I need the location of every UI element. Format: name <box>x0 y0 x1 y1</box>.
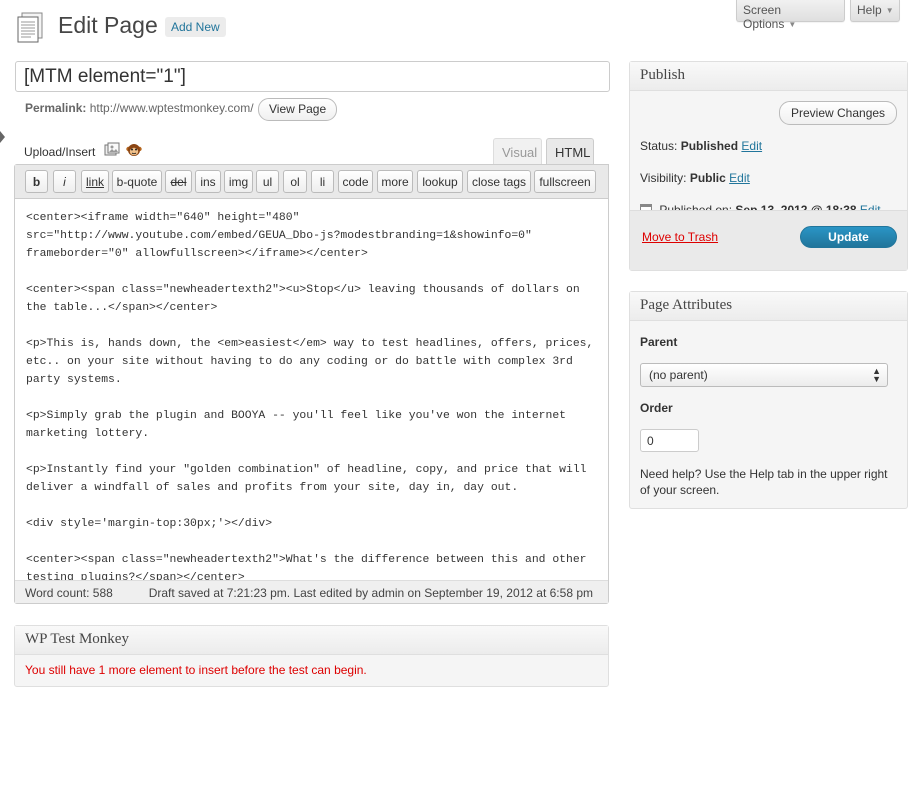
page-attributes-title[interactable]: Page Attributes <box>630 292 907 321</box>
qt-italic-button[interactable]: i <box>53 170 76 193</box>
status-label: Status: <box>640 139 678 153</box>
qt-ul-button[interactable]: ul <box>256 170 279 193</box>
qt-link-button[interactable]: link <box>81 170 109 193</box>
word-count: Word count: 588 <box>25 586 113 600</box>
qt-li-button[interactable]: li <box>311 170 334 193</box>
tab-visual[interactable]: Visual <box>493 138 542 165</box>
add-new-button[interactable]: Add New <box>165 17 226 37</box>
wp-test-monkey-box: WP Test Monkey You still have 1 more ele… <box>14 625 609 687</box>
view-page-button[interactable]: View Page <box>258 98 338 121</box>
order-label: Order <box>640 401 673 415</box>
help-tab[interactable]: Help ▼ <box>850 0 900 22</box>
parent-select-value: (no parent) <box>649 368 708 382</box>
parent-select[interactable]: (no parent) ▲ ▼ <box>640 363 888 387</box>
qt-del-button[interactable]: del <box>165 170 192 193</box>
qt-ins-button[interactable]: ins <box>195 170 221 193</box>
editor-status-bar: Word count: 588 Draft saved at 7:21:23 p… <box>15 580 608 603</box>
page-attributes-box: Page Attributes Parent (no parent) ▲ ▼ Or… <box>629 291 908 509</box>
editor: b i link b-quote del ins img ul ol li co… <box>14 164 609 604</box>
qt-img-button[interactable]: img <box>224 170 253 193</box>
permalink-label: Permalink: <box>25 101 87 115</box>
monkey-icon[interactable] <box>126 142 142 158</box>
visibility-label: Visibility: <box>640 171 687 185</box>
add-media-icon[interactable] <box>104 142 120 158</box>
wptm-box-title[interactable]: WP Test Monkey <box>15 626 608 655</box>
collapse-arrow-icon[interactable] <box>0 131 5 143</box>
post-title-input[interactable] <box>15 61 610 92</box>
visibility-row: Visibility: Public Edit <box>640 171 750 185</box>
qt-lookup-button[interactable]: lookup <box>417 170 463 193</box>
qt-code-button[interactable]: code <box>338 170 373 193</box>
draft-saved-status: Draft saved at 7:21:23 pm. Last edited b… <box>148 586 593 600</box>
screen-options-label: Screen Options <box>743 3 785 31</box>
visibility-edit-link[interactable]: Edit <box>729 171 750 185</box>
order-input[interactable]: 0 <box>640 429 699 452</box>
qt-ol-button[interactable]: ol <box>283 170 307 193</box>
tab-html[interactable]: HTML <box>546 138 594 165</box>
permalink-url[interactable]: http://www.wptestmonkey.com/ <box>90 101 254 115</box>
qt-more-button[interactable]: more <box>377 170 413 193</box>
qt-fullscreen-button[interactable]: fullscreen <box>534 170 596 193</box>
status-edit-link[interactable]: Edit <box>741 139 762 153</box>
caret-down-icon: ▼ <box>885 6 894 15</box>
preview-changes-button[interactable]: Preview Changes <box>779 101 898 125</box>
publish-box: Publish Preview Changes Status: Publishe… <box>629 61 908 271</box>
content-textarea[interactable]: <center><iframe width="640" height="480"… <box>15 200 608 580</box>
status-row: Status: Published Edit <box>640 139 762 153</box>
attributes-help-text: Need help? Use the Help tab in the upper… <box>640 467 888 497</box>
page-title: Edit Page <box>58 12 158 38</box>
qt-close-tags-button[interactable]: close tags <box>467 170 531 193</box>
screen-options-tab[interactable]: Screen Options ▼ <box>736 0 845 31</box>
move-to-trash-link[interactable]: Move to Trash <box>642 230 718 244</box>
pages-icon <box>17 12 43 43</box>
qt-bold-button[interactable]: b <box>25 170 48 193</box>
quicktags-toolbar: b i link b-quote del ins img ul ol li co… <box>15 165 608 199</box>
help-label: Help <box>857 3 882 17</box>
publish-actions: Move to Trash Update <box>630 210 907 270</box>
parent-label: Parent <box>640 335 678 349</box>
publish-box-title[interactable]: Publish <box>630 62 907 91</box>
permalink: Permalink: http://www.wptestmonkey.com/ <box>25 101 254 115</box>
update-button[interactable]: Update <box>800 226 897 248</box>
wptm-message: You still have 1 more element to insert … <box>25 663 367 677</box>
caret-down-icon: ▼ <box>788 20 797 29</box>
qt-blockquote-button[interactable]: b-quote <box>112 170 162 193</box>
visibility-value: Public <box>689 171 726 185</box>
upload-insert-label: Upload/Insert <box>24 145 96 159</box>
status-value: Published <box>680 139 739 153</box>
select-arrows-icon: ▲ ▼ <box>872 366 881 384</box>
